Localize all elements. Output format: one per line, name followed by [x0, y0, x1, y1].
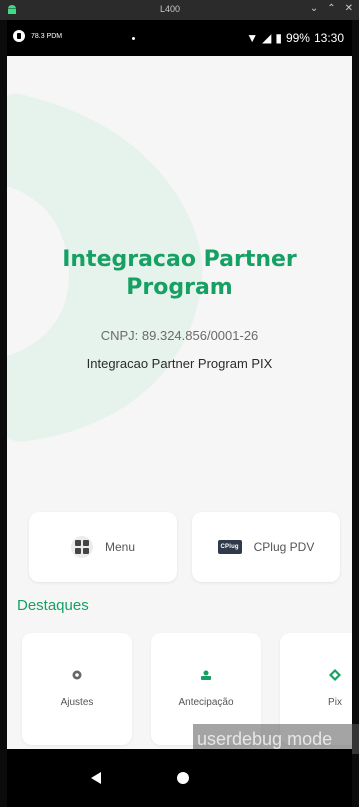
- menu-button-label: Menu: [104, 540, 136, 554]
- notification-icon: [13, 30, 25, 42]
- clock: 13:30: [313, 31, 344, 45]
- highlight-ajustes-label: Ajustes: [60, 697, 94, 708]
- status-left: 78.3 PDM: [13, 30, 62, 42]
- pix-icon: [329, 669, 341, 681]
- highlight-pix-label: Pix: [328, 697, 342, 708]
- highlight-ajustes[interactable]: Ajustes: [22, 633, 132, 745]
- menu-icon-wrap: [70, 536, 93, 558]
- android-icon: [8, 5, 16, 14]
- navigation-bar: [7, 749, 352, 807]
- wifi-icon: ▼: [246, 31, 259, 45]
- cnpj-text: CNPJ: 89.324.856/0001-26: [100, 328, 259, 343]
- close-icon[interactable]: ✕: [345, 3, 353, 14]
- emulator-titlebar: L400 ⌄ ⌃ ✕: [0, 0, 359, 20]
- status-left-text: 78.3 PDM: [31, 32, 63, 40]
- back-icon[interactable]: [91, 772, 101, 784]
- cplug-pdv-label: CPlug PDV: [253, 540, 315, 554]
- battery-level: 99%: [285, 31, 310, 45]
- account-name: Integracao Partner Program PIX: [86, 356, 273, 371]
- window-controls: ⌄ ⌃ ✕: [310, 3, 353, 14]
- highlights-title: Destaques: [17, 597, 89, 614]
- app-screen: Integracao Partner Program CNPJ: 89.324.…: [7, 56, 352, 749]
- status-right: ▼ ◢ ▮ 99% 13:30: [246, 31, 344, 45]
- dot-icon: [132, 37, 135, 40]
- chevron-up-icon[interactable]: ⌃: [327, 3, 335, 14]
- highlight-antecipacao-label: Antecipação: [178, 697, 234, 708]
- gear-icon: [72, 670, 82, 680]
- cplug-logo: CPlug: [217, 540, 242, 554]
- chevron-down-icon[interactable]: ⌄: [310, 3, 318, 14]
- grid-icon: [74, 540, 89, 554]
- battery-icon: ▮: [275, 31, 282, 45]
- menu-button[interactable]: Menu: [29, 512, 177, 582]
- money-icon: [201, 670, 211, 680]
- window-title: L400: [160, 4, 181, 14]
- cplug-pdv-button[interactable]: CPlug CPlug PDV: [192, 512, 340, 582]
- status-bar: 78.3 PDM ▼ ◢ ▮ 99% 13:30: [7, 20, 352, 56]
- home-icon[interactable]: [177, 772, 189, 784]
- page-title: Integracao Partner Program: [62, 247, 297, 300]
- signal-icon: ◢: [262, 31, 272, 45]
